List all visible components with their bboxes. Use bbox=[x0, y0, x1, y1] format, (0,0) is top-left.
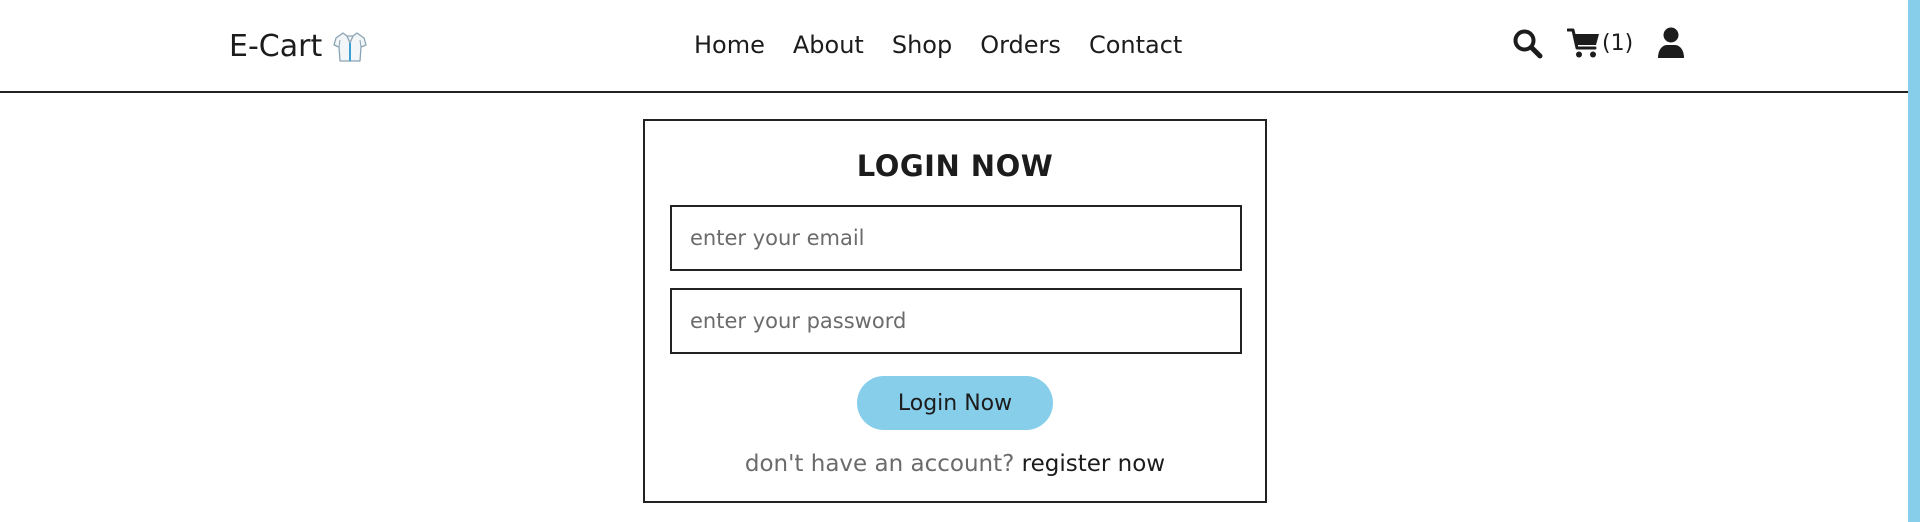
search-icon bbox=[1513, 29, 1543, 58]
login-button[interactable]: Login Now bbox=[857, 376, 1053, 430]
page: E-Cart Home About Shop Orders Contact (1… bbox=[0, 0, 1920, 522]
main-nav: Home About Shop Orders Contact bbox=[694, 31, 1182, 59]
shirt-icon bbox=[333, 31, 367, 62]
scrollbar[interactable] bbox=[1908, 0, 1920, 522]
header-icons: (1) bbox=[1512, 27, 1685, 59]
nav-home[interactable]: Home bbox=[694, 31, 765, 59]
user-icon bbox=[1658, 27, 1685, 58]
search-button[interactable] bbox=[1512, 28, 1543, 59]
password-input[interactable] bbox=[670, 288, 1242, 354]
logo-link[interactable]: E-Cart bbox=[229, 29, 368, 64]
login-form: LOGIN NOW Login Now don't have an accoun… bbox=[643, 119, 1267, 503]
top-header: E-Cart Home About Shop Orders Contact (1… bbox=[0, 0, 1908, 93]
cart-count-badge: (1) bbox=[1602, 30, 1634, 56]
nav-orders[interactable]: Orders bbox=[980, 31, 1061, 59]
cart-icon bbox=[1567, 28, 1599, 58]
register-prompt: don't have an account? register now bbox=[645, 451, 1265, 477]
nav-shop[interactable]: Shop bbox=[892, 31, 952, 59]
user-button[interactable] bbox=[1657, 27, 1685, 59]
form-title: LOGIN NOW bbox=[856, 149, 1054, 183]
cart-button[interactable]: (1) bbox=[1567, 27, 1633, 59]
register-link[interactable]: register now bbox=[1022, 451, 1165, 477]
email-input[interactable] bbox=[670, 205, 1242, 271]
nav-about[interactable]: About bbox=[793, 31, 864, 59]
nav-contact[interactable]: Contact bbox=[1089, 31, 1182, 59]
logo-text: E-Cart bbox=[229, 29, 323, 64]
register-question: don't have an account? bbox=[744, 451, 1015, 477]
